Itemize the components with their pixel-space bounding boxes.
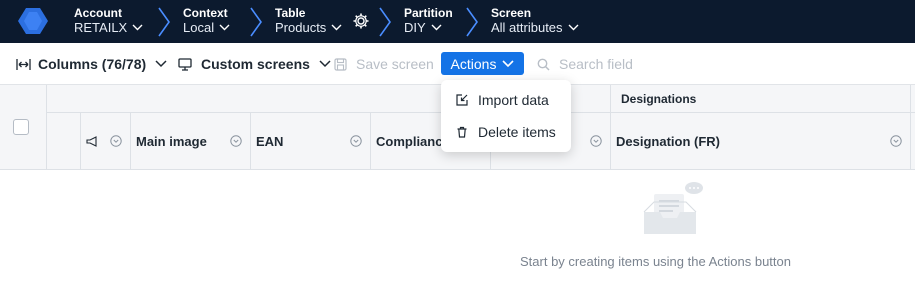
- chevron-right-separator-icon: [250, 7, 262, 37]
- save-screen-button[interactable]: Save screen: [334, 43, 434, 85]
- chevron-down-icon: [219, 24, 230, 31]
- gear-icon[interactable]: [352, 12, 370, 30]
- column-divider: [610, 85, 611, 112]
- breadcrumb-account-label: Account: [74, 6, 122, 20]
- breadcrumb-context-label: Context: [183, 6, 228, 20]
- chevron-down-icon: [431, 24, 442, 31]
- chevron-down-icon: [319, 60, 331, 68]
- columns-button-label: Columns (76/78): [38, 56, 147, 72]
- breadcrumb-table[interactable]: Table Products: [275, 7, 342, 34]
- column-header-label: EAN: [256, 133, 284, 149]
- breadcrumb-table-label: Table: [275, 6, 306, 20]
- chevron-down-icon: [331, 24, 342, 31]
- search-icon: [537, 58, 550, 71]
- actions-button-label: Actions: [450, 55, 497, 72]
- breadcrumb-context-value: Local: [183, 20, 215, 35]
- breadcrumb-screen-value: All attributes: [491, 20, 563, 35]
- menu-item-delete-items[interactable]: Delete items: [441, 116, 571, 148]
- column-header-label: Designation (FR): [616, 133, 720, 149]
- save-screen-label: Save screen: [356, 56, 434, 72]
- columns-button[interactable]: Columns (76/78): [16, 43, 167, 85]
- column-header-ean[interactable]: EAN: [250, 112, 370, 170]
- save-icon: [334, 57, 347, 71]
- monitor-icon: [178, 57, 192, 71]
- menu-item-import-data[interactable]: Import data: [441, 84, 571, 116]
- breadcrumb-table-value: Products: [275, 20, 327, 35]
- chevron-circle-icon[interactable]: [350, 135, 362, 147]
- column-header-designation-fr[interactable]: Designation (FR): [610, 112, 910, 170]
- custom-screens-label: Custom screens: [201, 56, 310, 72]
- breadcrumb-account-value: RETAILX: [74, 20, 128, 35]
- search-field[interactable]: Search field: [537, 43, 633, 85]
- column-divider: [910, 85, 911, 170]
- app-logo-icon[interactable]: [17, 7, 49, 35]
- menu-item-label: Delete items: [478, 124, 556, 140]
- actions-dropdown-menu: Import data Delete items: [441, 80, 571, 152]
- chevron-down-icon: [132, 24, 143, 31]
- chevron-down-icon: [155, 60, 167, 68]
- actions-button[interactable]: Actions: [441, 52, 524, 75]
- breadcrumb-screen-label: Screen: [491, 6, 532, 20]
- group-header-designations: Designations: [621, 92, 697, 106]
- breadcrumb-partition-value: DIY: [404, 20, 426, 35]
- custom-screens-button[interactable]: Custom screens: [178, 43, 331, 85]
- breadcrumb-partition-label: Partition: [404, 6, 453, 20]
- megaphone-icon: [86, 135, 97, 147]
- breadcrumb-context[interactable]: Context Local: [183, 7, 230, 34]
- chevron-circle-icon[interactable]: [110, 135, 122, 147]
- chevron-down-icon: [568, 24, 579, 31]
- column-header-flag[interactable]: [80, 112, 130, 170]
- breadcrumb-account[interactable]: Account RETAILX: [74, 7, 143, 34]
- column-header-label: Main image: [136, 133, 207, 149]
- select-all-checkbox[interactable]: [13, 119, 29, 135]
- top-nav-bar: Account RETAILX Context Local Table Prod…: [0, 0, 915, 43]
- menu-item-label: Import data: [478, 92, 549, 108]
- chevron-circle-icon[interactable]: [590, 135, 602, 147]
- chevron-circle-icon[interactable]: [230, 135, 242, 147]
- breadcrumb-screen[interactable]: Screen All attributes: [491, 7, 579, 34]
- import-icon: [456, 94, 468, 106]
- chevron-right-separator-icon: [158, 7, 170, 37]
- column-divider: [46, 85, 47, 170]
- chevron-right-separator-icon: [466, 7, 478, 37]
- breadcrumb-partition[interactable]: Partition DIY: [404, 7, 453, 34]
- chevron-down-icon: [502, 59, 515, 67]
- columns-width-icon: [16, 58, 31, 70]
- empty-inbox-illustration-icon: [643, 182, 703, 234]
- trash-icon: [457, 126, 467, 138]
- search-placeholder: Search field: [559, 56, 633, 72]
- chevron-right-separator-icon: [379, 7, 391, 37]
- empty-state-message: Start by creating items using the Action…: [520, 254, 791, 269]
- chevron-circle-icon[interactable]: [890, 135, 902, 147]
- column-header-main-image[interactable]: Main image: [130, 112, 250, 170]
